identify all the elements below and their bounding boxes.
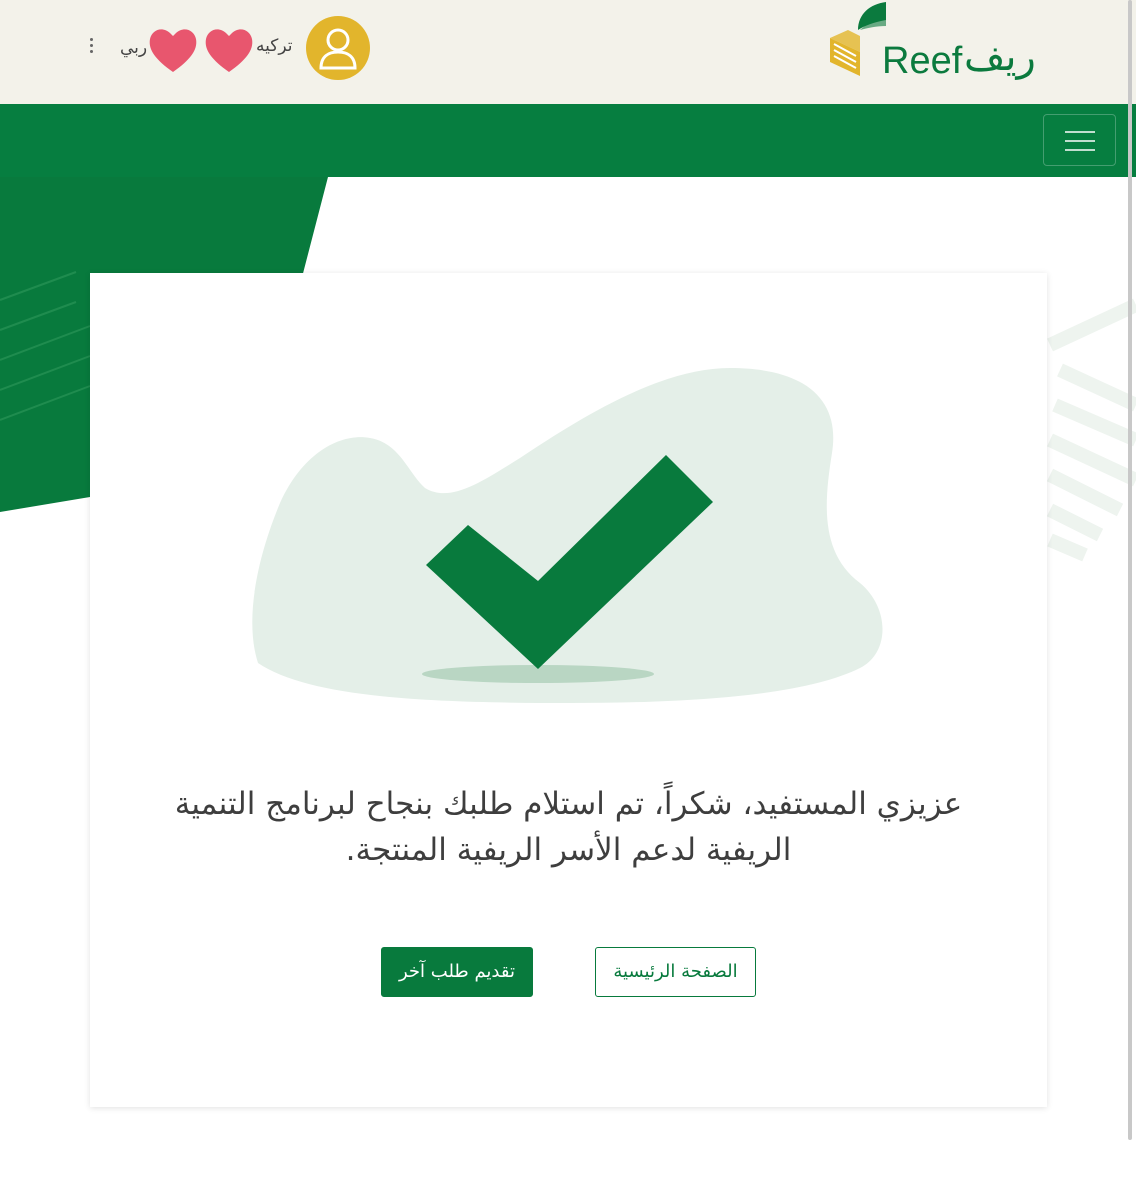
- main-navbar: [0, 104, 1136, 177]
- heart-sticker-icon: [205, 29, 253, 72]
- reef-logo[interactable]: Reef ريف: [830, 0, 1050, 100]
- confirmation-card: عزيزي المستفيد، شكراً، تم استلام طلبك بن…: [90, 273, 1047, 1107]
- user-menu: تركيه ربي: [80, 14, 380, 80]
- leaf-logo-icon: [830, 2, 886, 76]
- kebab-menu-icon[interactable]: [86, 36, 96, 60]
- heart-sticker-icon: [149, 29, 197, 72]
- user-icon: [319, 28, 357, 70]
- scrollbar[interactable]: [1128, 0, 1132, 1140]
- page: Reef ريف تركيه ربي عزيزي المستفيد، شكراً…: [0, 0, 1136, 1200]
- logo-text-english: Reef: [882, 40, 963, 82]
- new-request-button[interactable]: تقديم طلب آخر: [381, 947, 533, 997]
- success-illustration: [252, 368, 883, 703]
- avatar[interactable]: [306, 16, 370, 80]
- blob-background: [252, 368, 883, 703]
- logo-text-arabic: ريف: [964, 34, 1036, 80]
- confirmation-message: عزيزي المستفيد، شكراً، تم استلام طلبك بن…: [174, 786, 963, 868]
- home-button[interactable]: الصفحة الرئيسية: [595, 947, 756, 997]
- hamburger-icon[interactable]: [1043, 114, 1116, 166]
- language-switch[interactable]: ربي: [120, 38, 147, 58]
- top-header: Reef ريف تركيه ربي: [0, 0, 1136, 104]
- user-name[interactable]: تركيه: [256, 36, 292, 56]
